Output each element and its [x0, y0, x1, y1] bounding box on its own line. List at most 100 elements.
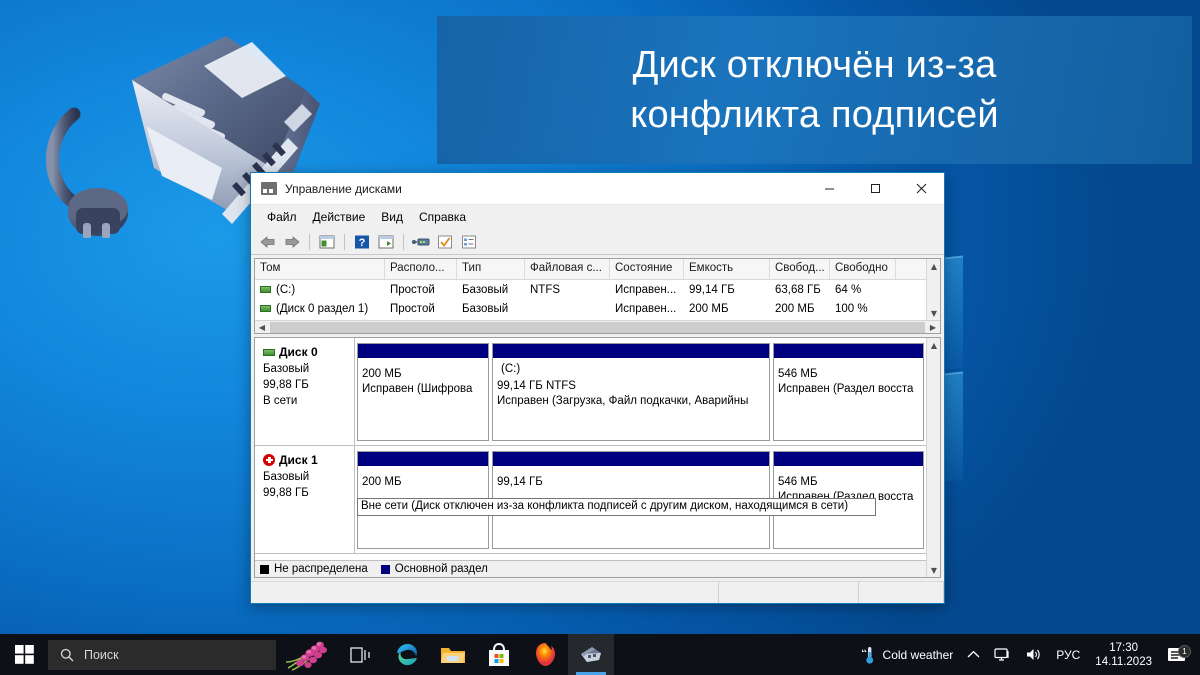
system-tray: Cold weather РУС 17:30 14.11.2023 1 [854, 634, 1200, 675]
microsoft-store-icon[interactable] [476, 634, 522, 675]
scroll-down-icon[interactable]: ▼ [927, 563, 940, 577]
volumes-horizontal-scrollbar[interactable]: ◀ ▶ [255, 320, 940, 333]
properties-icon[interactable] [375, 231, 397, 253]
disk-type-1: Базовый [263, 471, 310, 483]
partition-0-2[interactable]: 546 МБ Исправен (Раздел восста [773, 343, 924, 441]
disk-error-icon [263, 454, 275, 466]
scroll-left-icon[interactable]: ◀ [255, 320, 269, 333]
desktop: Диск отключён из-за конфликта подписей У… [0, 0, 1200, 675]
status-segment-3 [859, 582, 944, 603]
scroll-up-icon[interactable]: ▲ [927, 259, 940, 273]
scroll-up-icon[interactable]: ▲ [927, 338, 940, 352]
menu-item-file[interactable]: Файл [259, 208, 305, 226]
window-body: Том Располо... Тип Файловая с... Состоян… [251, 255, 944, 581]
clock-date: 14.11.2023 [1095, 655, 1152, 668]
speaker-icon[interactable] [1018, 634, 1049, 675]
cell-capacity: 200 МБ [689, 302, 729, 315]
language-label: РУС [1056, 647, 1081, 662]
toolbar-separator [309, 233, 310, 250]
column-header-type[interactable]: Тип [457, 259, 525, 279]
legend-label-unallocated: Не распределена [274, 563, 368, 575]
column-header-capacity[interactable]: Емкость [684, 259, 770, 279]
disk-info-0: Диск 0 Базовый 99,88 ГБ В сети [255, 338, 355, 445]
column-header-freepercent[interactable]: Свободно [830, 259, 896, 279]
column-header-filesystem[interactable]: Файловая с... [525, 259, 610, 279]
disk-partitions-1: 200 МБ 99,14 ГБ 546 МБ Исправен (Раздел … [355, 446, 926, 553]
column-header-layout[interactable]: Располо... [385, 259, 457, 279]
partition-size: 546 МБ [778, 476, 818, 488]
partition-0-0[interactable]: 200 МБ Исправен (Шифрова [357, 343, 489, 441]
forward-arrow-icon[interactable] [281, 231, 303, 253]
notification-icon[interactable]: 1 [1160, 644, 1194, 664]
graph-vertical-scrollbar[interactable]: ▲ ▼ [926, 338, 940, 577]
cell-status: Исправен... [615, 302, 677, 315]
column-header-status[interactable]: Состояние [610, 259, 684, 279]
volume-icon [260, 304, 271, 312]
table-row[interactable]: (C:) Простой Базовый NTFS Исправен... 99… [255, 280, 940, 299]
cell-volume: (Диск 0 раздел 1) [276, 302, 369, 315]
network-icon[interactable] [987, 634, 1018, 675]
column-header-volume[interactable]: Том [255, 259, 385, 279]
windows-start-icon[interactable] [0, 634, 48, 675]
disk-management-window: Управление дисками Файл Действие Вид Спр… [250, 172, 945, 604]
banner-line-1: Диск отключён из-за [632, 44, 997, 86]
volumes-vertical-scrollbar[interactable]: ▲ ▼ [926, 259, 940, 320]
help-icon[interactable]: ? [351, 231, 373, 253]
heather-flower-icon[interactable] [276, 634, 338, 675]
close-button[interactable] [898, 173, 944, 205]
toolbar: ? [251, 229, 944, 255]
disk-size-1: 99,88 ГБ [263, 487, 309, 499]
clock[interactable]: 17:30 14.11.2023 [1087, 641, 1160, 669]
scroll-right-icon[interactable]: ▶ [926, 320, 940, 333]
table-row[interactable]: (Диск 0 раздел 1) Простой Базовый Исправ… [255, 299, 940, 318]
show-hide-console-tree-icon[interactable] [316, 231, 338, 253]
toolbar-separator [344, 233, 345, 250]
menu-bar: Файл Действие Вид Справка [251, 205, 944, 229]
status-segment-1 [251, 582, 719, 603]
minimize-button[interactable] [806, 173, 852, 205]
weather-widget[interactable]: Cold weather [854, 634, 961, 675]
partition-colorbar [493, 344, 769, 358]
column-header-freespace[interactable]: Свобод... [770, 259, 830, 279]
disk-partitions-0: 200 МБ Исправен (Шифрова (C:) 99,14 ГБ N… [355, 338, 926, 445]
volume-icon [260, 285, 271, 293]
offline-disk-tooltip: Вне сети (Диск отключен из-за конфликта … [357, 498, 876, 516]
chevron-up-icon[interactable] [960, 634, 987, 675]
list-icon[interactable] [458, 231, 480, 253]
disk-row-0[interactable]: Диск 0 Базовый 99,88 ГБ В сети 200 МБ Ис… [255, 338, 926, 446]
menu-item-help[interactable]: Справка [411, 208, 474, 226]
menu-item-action[interactable]: Действие [305, 208, 374, 226]
firefox-icon[interactable] [522, 634, 568, 675]
search-input[interactable]: Поиск [48, 639, 276, 670]
maximize-button[interactable] [852, 173, 898, 205]
cell-filesystem: NTFS [530, 283, 561, 296]
language-indicator[interactable]: РУС [1049, 634, 1087, 675]
back-arrow-icon[interactable] [257, 231, 279, 253]
scrollbar-thumb[interactable] [270, 321, 925, 333]
menu-item-view[interactable]: Вид [373, 208, 411, 226]
partition-status: Исправен (Загрузка, Файл подкачки, Авари… [497, 395, 749, 407]
scroll-down-icon[interactable]: ▼ [927, 306, 940, 320]
search-placeholder: Поиск [84, 647, 119, 662]
partition-colorbar [774, 344, 923, 358]
disk-management-icon [261, 182, 277, 195]
partition-size: 99,14 ГБ NTFS [497, 380, 576, 392]
cell-free-percent: 100 % [835, 302, 868, 315]
partition-status: Исправен (Раздел восста [778, 383, 914, 395]
cell-type: Базовый [462, 283, 509, 296]
disk-management-taskbar-icon[interactable] [568, 634, 614, 675]
volumes-header-row: Том Располо... Тип Файловая с... Состоян… [255, 259, 940, 280]
disk-name-0: Диск 0 [263, 345, 348, 359]
headline-banner: Диск отключён из-за конфликта подписей [437, 16, 1192, 164]
file-explorer-icon[interactable] [430, 634, 476, 675]
edge-icon[interactable] [384, 634, 430, 675]
partition-0-1[interactable]: (C:) 99,14 ГБ NTFS Исправен (Загрузка, Ф… [492, 343, 770, 441]
graphical-disk-view: Диск 0 Базовый 99,88 ГБ В сети 200 МБ Ис… [254, 337, 941, 578]
rescan-disks-icon[interactable] [410, 231, 432, 253]
check-icon[interactable] [434, 231, 456, 253]
partition-size: 200 МБ [362, 476, 402, 488]
task-view-icon[interactable] [338, 634, 384, 675]
partition-status: Исправен (Шифрова [362, 383, 473, 395]
windows-wallpaper-logo [930, 215, 1190, 615]
disk-row-1[interactable]: Диск 1 Базовый 99,88 ГБ 200 МБ 99,14 ГБ … [255, 446, 926, 554]
